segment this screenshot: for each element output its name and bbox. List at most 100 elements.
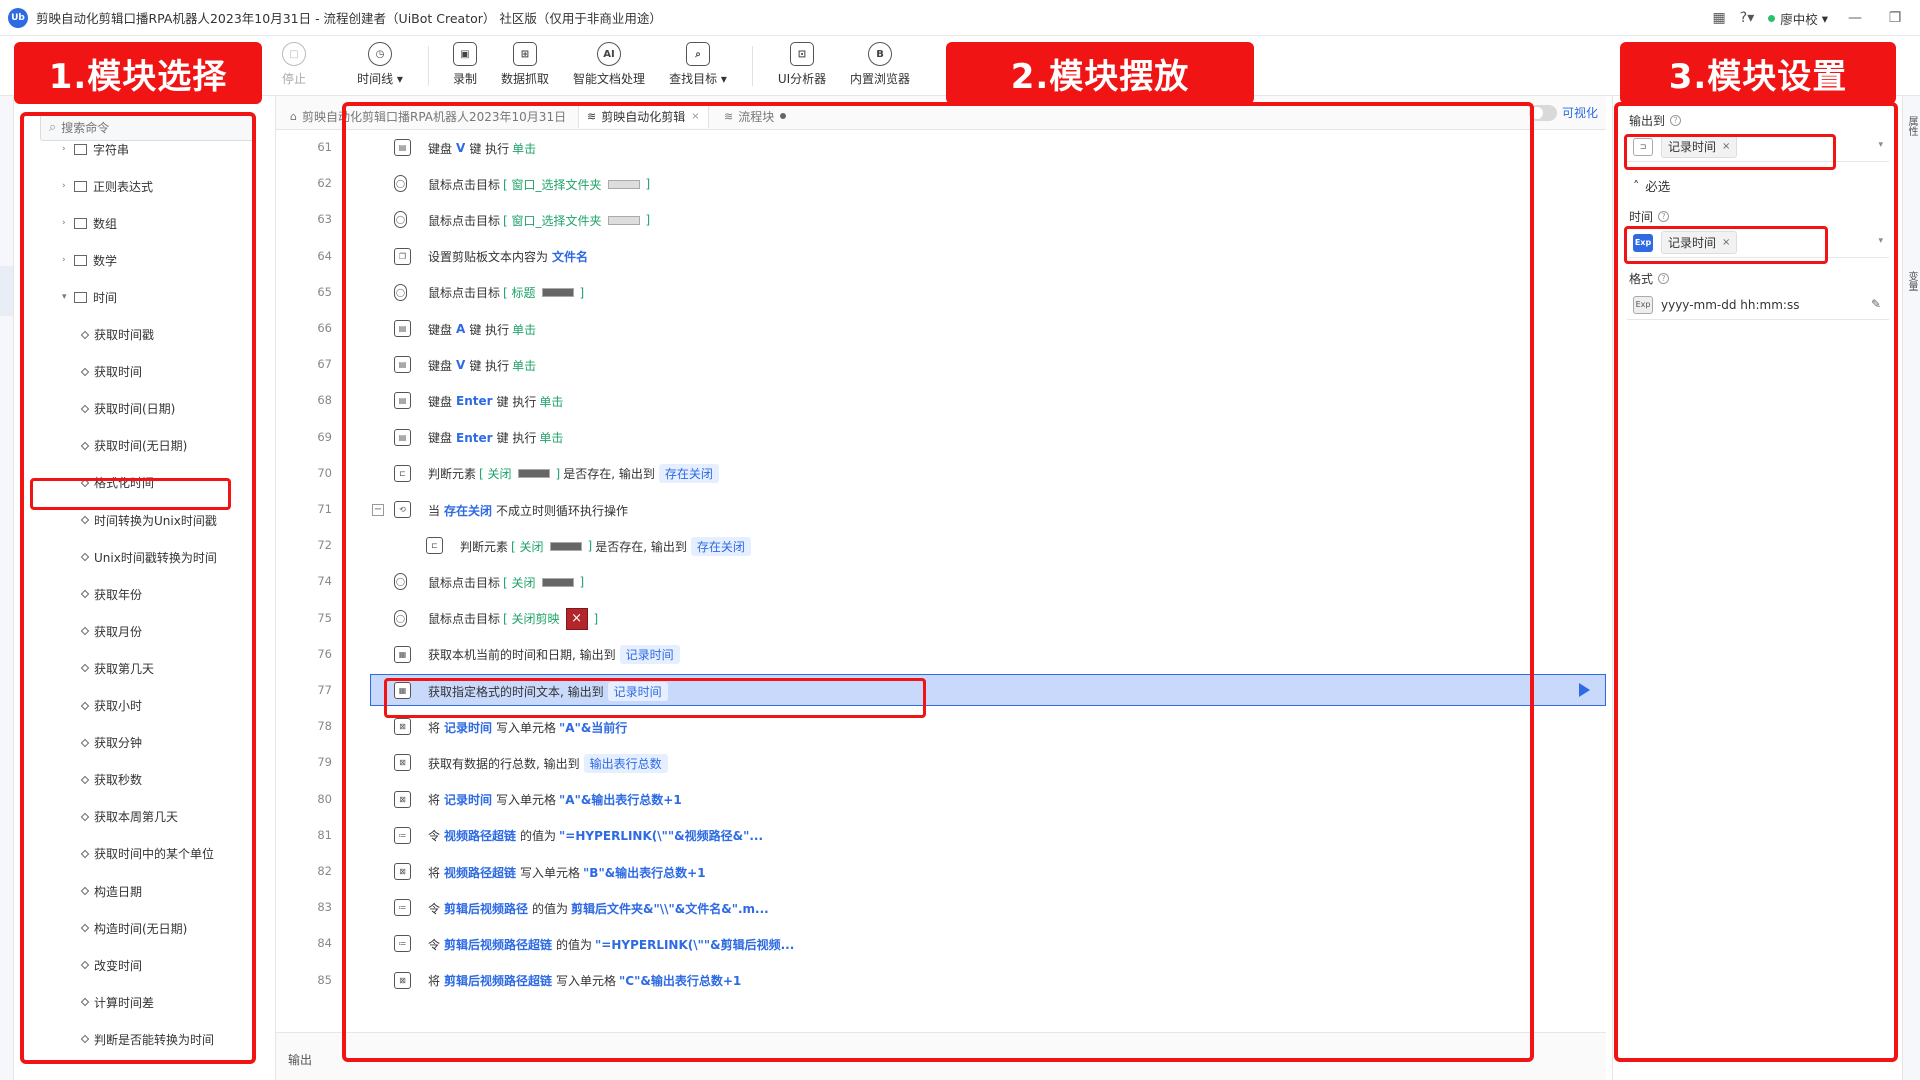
- code-row[interactable]: 71 − ⟲ 当存在关闭 不成立时则循环执行操作: [276, 492, 1606, 528]
- expression-icon[interactable]: Exp: [1633, 233, 1653, 252]
- expression-icon[interactable]: Exp: [1633, 295, 1653, 314]
- command-item[interactable]: 获取时间: [80, 360, 142, 384]
- command-item[interactable]: 改变时间: [80, 953, 142, 977]
- properties-tab[interactable]: 属性: [1905, 116, 1919, 156]
- command-item[interactable]: 获取时间中的某个单位: [80, 842, 214, 866]
- command-item[interactable]: 获取时间(日期): [80, 397, 175, 421]
- tab-flow-block[interactable]: ≋ 剪映自动化剪辑 ×: [578, 104, 709, 128]
- run-line-icon[interactable]: [1579, 683, 1590, 697]
- command-category[interactable]: › 数学: [62, 248, 117, 272]
- output-tab[interactable]: 输出: [288, 1051, 312, 1068]
- command-item[interactable]: 计算时间差: [80, 990, 154, 1014]
- help-icon[interactable]: ?: [1658, 211, 1670, 222]
- format-field[interactable]: Exp yyyy-mm-dd hh:mm:ss ✎: [1627, 290, 1889, 320]
- code-row[interactable]: 67 ▤ 键盘 V 键 执行 单击: [276, 347, 1606, 383]
- help-icon[interactable]: ?▾: [1740, 10, 1754, 26]
- time-variable-chip[interactable]: 记录时间 ×: [1661, 231, 1738, 254]
- code-row[interactable]: 72 ⊏ 判断元素[ 关闭] 是否存在, 输出到 存在关闭: [276, 528, 1606, 564]
- stop-button[interactable]: □ 停止: [252, 42, 336, 87]
- required-section[interactable]: ˄ 必选: [1633, 176, 1670, 195]
- command-category[interactable]: › 数组: [62, 211, 117, 235]
- code-row[interactable]: 84 ≔ 令剪辑后视频路径超链 的值为 "=HYPERLINK(\""&剪辑后视频...: [276, 926, 1606, 962]
- target-thumbnail: [517, 469, 550, 479]
- code-row[interactable]: 74 ◯ 鼠标点击目标[ 关闭]: [276, 564, 1606, 600]
- time-field[interactable]: Exp 记录时间 × ▾: [1627, 228, 1889, 258]
- code-row[interactable]: 63 ◯ 鼠标点击目标[ 窗口_选择文件夹]: [276, 202, 1606, 238]
- command-item[interactable]: 获取月份: [80, 619, 142, 643]
- excel-icon: ⊠: [394, 718, 411, 736]
- search-input[interactable]: [61, 120, 232, 135]
- command-item[interactable]: 获取本周第几天: [80, 805, 178, 829]
- code-row[interactable]: 61 ▤ 键盘 V 键 执行 单击: [276, 130, 1606, 166]
- variables-tab[interactable]: 变量: [1905, 271, 1919, 311]
- code-row[interactable]: 76 ▦ 获取本机当前的时间和日期, 输出到 记录时间: [276, 637, 1606, 673]
- command-item[interactable]: 判断是否能转换为时间: [80, 1027, 214, 1051]
- code-row[interactable]: 68 ▤ 键盘 Enter 键 执行 单击: [276, 383, 1606, 419]
- chevron-down-icon[interactable]: ▾: [1878, 140, 1883, 150]
- code-row[interactable]: 82 ⊠ 将视频路径超链 写入单元格 "B"&输出表行总数+1: [276, 854, 1606, 890]
- command-category[interactable]: › 正则表达式: [62, 174, 153, 198]
- ai-doc-button[interactable]: AI 智能文档处理: [567, 42, 651, 87]
- toggle-switch[interactable]: [1528, 104, 1557, 121]
- command-tab[interactable]: [0, 266, 13, 316]
- code-row[interactable]: 69 ▤ 键盘 Enter 键 执行 单击: [276, 420, 1606, 456]
- command-category[interactable]: ▾ 时间: [62, 285, 117, 309]
- chevron-right-icon[interactable]: ›: [62, 181, 74, 191]
- tab-project[interactable]: ⌂ 剪映自动化剪辑口播RPA机器人2023年10月31日: [282, 104, 574, 128]
- ui-analyzer-button[interactable]: ⊡ UI分析器: [760, 42, 844, 87]
- command-item[interactable]: 获取秒数: [80, 768, 142, 792]
- command-item[interactable]: 时间转换为Unix时间戳: [80, 508, 217, 532]
- code-row[interactable]: 77 ▦ 获取指定格式的时间文本, 输出到 记录时间: [276, 673, 1606, 709]
- command-item[interactable]: Unix时间戳转换为时间: [80, 545, 217, 569]
- code-row[interactable]: 79 ⊠ 获取有数据的行总数, 输出到 输出表行总数: [276, 745, 1606, 781]
- remove-icon[interactable]: ×: [1722, 141, 1730, 152]
- command-item[interactable]: 获取分钟: [80, 731, 142, 755]
- remove-icon[interactable]: ×: [1722, 237, 1730, 248]
- data-grab-button[interactable]: ⊞ 数据抓取: [483, 42, 567, 87]
- code-row[interactable]: 62 ◯ 鼠标点击目标[ 窗口_选择文件夹]: [276, 166, 1606, 202]
- visualize-toggle[interactable]: 可视化: [1528, 104, 1598, 121]
- chevron-down-icon[interactable]: ▾: [62, 292, 74, 302]
- output-to-field[interactable]: ⊐ 记录时间 × ▾: [1627, 132, 1889, 162]
- apps-grid-icon[interactable]: ▦: [1713, 10, 1726, 26]
- help-icon[interactable]: ?: [1670, 115, 1682, 126]
- format-value[interactable]: yyyy-mm-dd hh:mm:ss: [1661, 298, 1799, 312]
- command-item[interactable]: 构造时间(无日期): [80, 916, 187, 940]
- command-diamond-icon: [80, 775, 90, 784]
- command-item[interactable]: 获取时间戳: [80, 323, 154, 347]
- command-item[interactable]: 构造日期: [80, 879, 142, 903]
- find-target-button[interactable]: ⌕ 查找目标 ▾: [656, 42, 740, 87]
- code-row[interactable]: 75 ◯ 鼠标点击目标[ 关闭剪映 ×]: [276, 601, 1606, 637]
- output-variable-chip[interactable]: 记录时间 ×: [1661, 135, 1738, 158]
- code-row[interactable]: 66 ▤ 键盘 A 键 执行 单击: [276, 311, 1606, 347]
- chevron-right-icon[interactable]: ›: [62, 218, 74, 228]
- edit-icon[interactable]: ✎: [1871, 297, 1881, 311]
- command-item[interactable]: 获取年份: [80, 582, 142, 606]
- command-category[interactable]: › 字符串: [62, 137, 129, 161]
- code-row[interactable]: 80 ⊠ 将记录时间 写入单元格 "A"&输出表行总数+1: [276, 782, 1606, 818]
- timeline-button[interactable]: ◷ 时间线 ▾: [338, 42, 422, 87]
- code-row[interactable]: 78 ⊠ 将记录时间 写入单元格 "A"&当前行: [276, 709, 1606, 745]
- command-item[interactable]: 获取时间(无日期): [80, 434, 187, 458]
- chevron-right-icon[interactable]: ›: [62, 144, 74, 154]
- code-row[interactable]: 70 ⊏ 判断元素[ 关闭] 是否存在, 输出到 存在关闭: [276, 456, 1606, 492]
- code-row[interactable]: 83 ≔ 令剪辑后视频路径 的值为 剪辑后文件夹&"\\"&文件名&".m...: [276, 890, 1606, 926]
- close-icon[interactable]: ×: [691, 111, 699, 122]
- builtin-browser-button[interactable]: B 内置浏览器: [838, 42, 922, 87]
- command-item[interactable]: 获取第几天: [80, 656, 154, 680]
- code-row[interactable]: 64 ❐ 设置剪贴板文本内容为 文件名: [276, 239, 1606, 275]
- collapse-icon[interactable]: −: [372, 504, 384, 516]
- timeline-label: 时间线 ▾: [357, 72, 403, 86]
- code-row[interactable]: 81 ≔ 令视频路径超链 的值为 "=HYPERLINK(\""&视频路径&"...: [276, 818, 1606, 854]
- restore-button[interactable]: ❐: [1882, 10, 1908, 26]
- code-row[interactable]: 65 ◯ 鼠标点击目标[ 标题]: [276, 275, 1606, 311]
- command-item[interactable]: 获取小时: [80, 694, 142, 718]
- help-icon[interactable]: ?: [1658, 273, 1670, 284]
- chevron-down-icon[interactable]: ▾: [1878, 236, 1883, 246]
- tab-process-block[interactable]: ≋ 流程块: [716, 104, 794, 128]
- chevron-right-icon[interactable]: ›: [62, 255, 74, 265]
- user-menu[interactable]: 廖中校 ▾: [1768, 9, 1828, 28]
- command-item[interactable]: 格式化时间: [80, 471, 154, 495]
- minimize-button[interactable]: —: [1842, 10, 1868, 26]
- code-row[interactable]: 85 ⊠ 将剪辑后视频路径超链 写入单元格 "C"&输出表行总数+1: [276, 963, 1606, 999]
